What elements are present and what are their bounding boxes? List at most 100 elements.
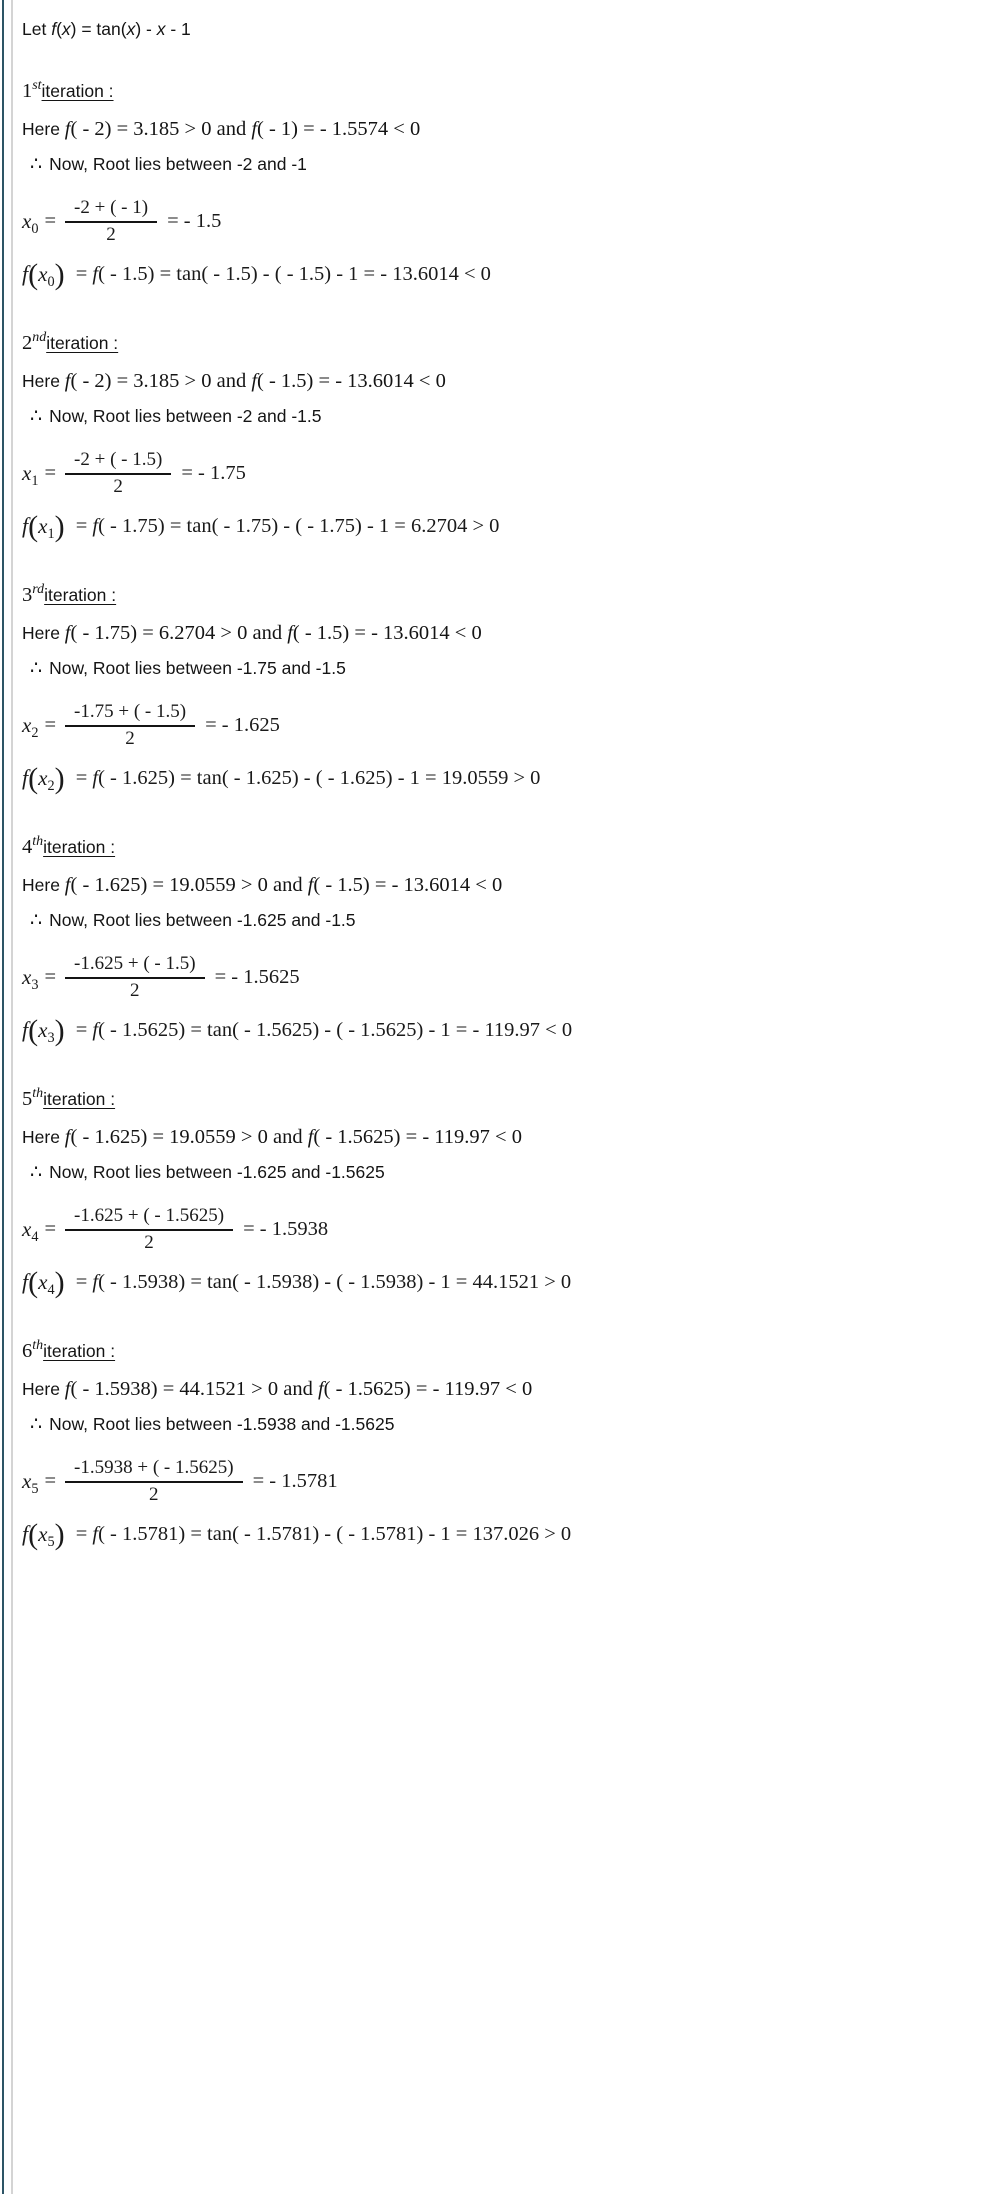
midpoint-result-3: = - 1.625 bbox=[205, 713, 280, 736]
feval-arg-1: x0 bbox=[38, 261, 55, 290]
fraction-denominator-2: 2 bbox=[113, 475, 123, 497]
here-arg2-3: ( - 1.5) = - 13.6014 < 0 bbox=[292, 622, 482, 644]
fraction-3: -1.75 + ( - 1.5) 2 bbox=[65, 701, 196, 750]
midpoint-equation-6: x5 = -1.5938 + ( - 1.5625) 2 = - 1.5781 bbox=[22, 1457, 338, 1506]
function-evaluation-6: f(x5) = f( - 1.5781) = tan( - 1.5781) - … bbox=[22, 1518, 572, 1551]
equals-sign-5: = bbox=[44, 1217, 57, 1240]
here-arg2-1: ( - 1) = - 1.5574 < 0 bbox=[257, 118, 421, 140]
fraction-numerator-3: -1.75 + ( - 1.5) bbox=[74, 701, 187, 722]
fraction-5: -1.625 + ( - 1.5625) 2 bbox=[65, 1205, 234, 1254]
intro-lead: Let bbox=[22, 19, 52, 39]
function-evaluation-2: f(x1) = f( - 1.75) = tan( - 1.75) - ( - … bbox=[22, 510, 500, 543]
iteration-heading-3: 3rditeration : bbox=[22, 583, 116, 608]
function-definition: Let f(x) = tan(x) - x - 1 bbox=[22, 19, 191, 40]
conclusion-6: ∴ Now, Root lies between -1.5938 and -1.5… bbox=[30, 1414, 394, 1437]
midpoint-label-4: x3 bbox=[22, 964, 39, 993]
here-arg1-2: ( - 2) = 3.185 > 0 and bbox=[70, 370, 252, 392]
midpoint-equation-1: x0 = -2 + ( - 1) 2 = - 1.5 bbox=[22, 197, 221, 246]
accent-rule bbox=[2, 0, 4, 2194]
iteration-heading-5: 5thiteration : bbox=[22, 1087, 115, 1112]
here-prefix-1: Here bbox=[22, 119, 65, 139]
conclusion-text-1: Now, Root lies between -2 and -1 bbox=[49, 154, 307, 174]
fraction-denominator-1: 2 bbox=[106, 223, 116, 245]
ordinal-2: 2nd bbox=[22, 330, 47, 354]
feval-close-paren-1: ) bbox=[54, 258, 65, 291]
feval-tail-2: ( - 1.75) = tan( - 1.75) - ( - 1.75) - 1… bbox=[98, 514, 500, 537]
function-evaluation-1: f(x0) = f = f( - 1.5) = tan( - 1.5) - ( … bbox=[22, 258, 491, 291]
feval-result-3: = f( - 1.625) = tan( - 1.625) - ( - 1.62… bbox=[70, 766, 541, 789]
here-arg2-4: ( - 1.5) = - 13.6014 < 0 bbox=[313, 874, 503, 896]
here-arg1-1: ( - 2) = 3.185 > 0 and bbox=[70, 118, 252, 140]
feval-open-paren-1: ( bbox=[28, 258, 39, 291]
feval-open-paren-4: ( bbox=[28, 1014, 39, 1047]
function-evaluation-4: f(x3) = f( - 1.5625) = tan( - 1.5625) - … bbox=[22, 1014, 572, 1047]
here-arg2-5: ( - 1.5625) = - 119.97 < 0 bbox=[313, 1126, 522, 1148]
fraction-numerator-5: -1.625 + ( - 1.5625) bbox=[74, 1205, 225, 1226]
midpoint-equation-2: x1 = -2 + ( - 1.5) 2 = - 1.75 bbox=[22, 449, 246, 498]
midpoint-equation-5: x4 = -1.625 + ( - 1.5625) 2 = - 1.5938 bbox=[22, 1205, 328, 1254]
therefore-icon-4: ∴ bbox=[30, 910, 43, 931]
midpoint-result-1: = - 1.5 bbox=[167, 209, 222, 232]
fraction-denominator-3: 2 bbox=[125, 727, 135, 749]
conclusion-text-3: Now, Root lies between -1.75 and -1.5 bbox=[49, 658, 346, 678]
fraction-numerator-4: -1.625 + ( - 1.5) bbox=[74, 953, 196, 974]
conclusion-2: ∴ Now, Root lies between -2 and -1.5 bbox=[30, 406, 321, 429]
feval-open-paren-3: ( bbox=[28, 762, 39, 795]
sign-check-1: Here f( - 2) = 3.185 > 0 and f( - 1) = -… bbox=[22, 117, 420, 142]
sign-check-5: Here f( - 1.625) = 19.0559 > 0 and f( - … bbox=[22, 1125, 522, 1150]
midpoint-equation-3: x2 = -1.75 + ( - 1.5) 2 = - 1.625 bbox=[22, 701, 280, 750]
equals-sign-4: = bbox=[44, 965, 57, 988]
sign-check-3: Here f( - 1.75) = 6.2704 > 0 and f( - 1.… bbox=[22, 621, 482, 646]
feval-close-paren-3: ) bbox=[54, 762, 65, 795]
feval-arg-2: x1 bbox=[38, 513, 55, 542]
here-arg2-6: ( - 1.5625) = - 119.97 < 0 bbox=[323, 1378, 533, 1400]
feval-result-1: = f = f( - 1.5) = tan( - 1.5) - ( - 1.5)… bbox=[70, 262, 491, 285]
equals-sign-3: = bbox=[44, 713, 57, 736]
feval-tail-1: ( - 1.5) = tan( - 1.5) - ( - 1.5) - 1 = … bbox=[98, 262, 491, 285]
therefore-icon-1: ∴ bbox=[30, 154, 43, 175]
fraction-4: -1.625 + ( - 1.5) 2 bbox=[65, 953, 205, 1002]
fraction-numerator-6: -1.5938 + ( - 1.5625) bbox=[74, 1457, 234, 1478]
feval-result-5: = f( - 1.5938) = tan( - 1.5938) - ( - 1.… bbox=[70, 1270, 572, 1293]
feval-close-paren-6: ) bbox=[54, 1518, 65, 1551]
ordinal-6: 6th bbox=[22, 1338, 44, 1362]
iteration-label-2: iteration : bbox=[46, 333, 119, 353]
iteration-heading-1: 1stiteration : bbox=[22, 79, 114, 104]
fraction-denominator-6: 2 bbox=[149, 1483, 159, 1505]
midpoint-label-1: x0 bbox=[22, 208, 39, 237]
feval-open-paren-5: ( bbox=[28, 1266, 39, 1299]
therefore-icon-2: ∴ bbox=[30, 406, 43, 427]
midpoint-result-5: = - 1.5938 bbox=[243, 1217, 329, 1240]
therefore-icon-5: ∴ bbox=[30, 1162, 43, 1183]
feval-tail-3: ( - 1.625) = tan( - 1.625) - ( - 1.625) … bbox=[98, 766, 541, 789]
here-arg1-6: ( - 1.5938) = 44.1521 > 0 and bbox=[70, 1378, 318, 1400]
iteration-label-1: iteration : bbox=[41, 81, 114, 101]
function-evaluation-3: f(x2) = f( - 1.625) = tan( - 1.625) - ( … bbox=[22, 762, 541, 795]
conclusion-text-4: Now, Root lies between -1.625 and -1.5 bbox=[49, 910, 356, 930]
here-arg1-4: ( - 1.625) = 19.0559 > 0 and bbox=[70, 874, 308, 896]
intro-expression: (x) = tan(x) - x - 1 bbox=[56, 19, 191, 39]
feval-close-paren-2: ) bbox=[54, 510, 65, 543]
feval-arg-3: x2 bbox=[38, 765, 55, 794]
fraction-2: -2 + ( - 1.5) 2 bbox=[65, 449, 172, 498]
sign-check-4: Here f( - 1.625) = 19.0559 > 0 and f( - … bbox=[22, 873, 502, 898]
fraction-numerator-1: -2 + ( - 1) bbox=[74, 197, 149, 218]
feval-tail-6: ( - 1.5781) = tan( - 1.5781) - ( - 1.578… bbox=[98, 1522, 572, 1545]
here-prefix-6: Here bbox=[22, 1379, 65, 1399]
here-prefix-5: Here bbox=[22, 1127, 65, 1147]
here-arg2-2: ( - 1.5) = - 13.6014 < 0 bbox=[257, 370, 446, 392]
equals-sign-1: = bbox=[44, 209, 57, 232]
therefore-icon-3: ∴ bbox=[30, 658, 43, 679]
here-prefix-4: Here bbox=[22, 875, 65, 895]
here-arg1-5: ( - 1.625) = 19.0559 > 0 and bbox=[70, 1126, 308, 1148]
here-prefix-2: Here bbox=[22, 371, 65, 391]
iteration-label-3: iteration : bbox=[44, 585, 117, 605]
conclusion-5: ∴ Now, Root lies between -1.625 and -1.56… bbox=[30, 1162, 385, 1185]
iteration-label-6: iteration : bbox=[43, 1341, 116, 1361]
iteration-label-5: iteration : bbox=[43, 1089, 116, 1109]
fraction-denominator-5: 2 bbox=[144, 1231, 154, 1253]
sign-check-6: Here f( - 1.5938) = 44.1521 > 0 and f( -… bbox=[22, 1377, 532, 1402]
conclusion-text-5: Now, Root lies between -1.625 and -1.562… bbox=[49, 1162, 385, 1182]
sign-check-2: Here f( - 2) = 3.185 > 0 and f( - 1.5) =… bbox=[22, 369, 446, 394]
ordinal-3: 3rd bbox=[22, 582, 45, 606]
